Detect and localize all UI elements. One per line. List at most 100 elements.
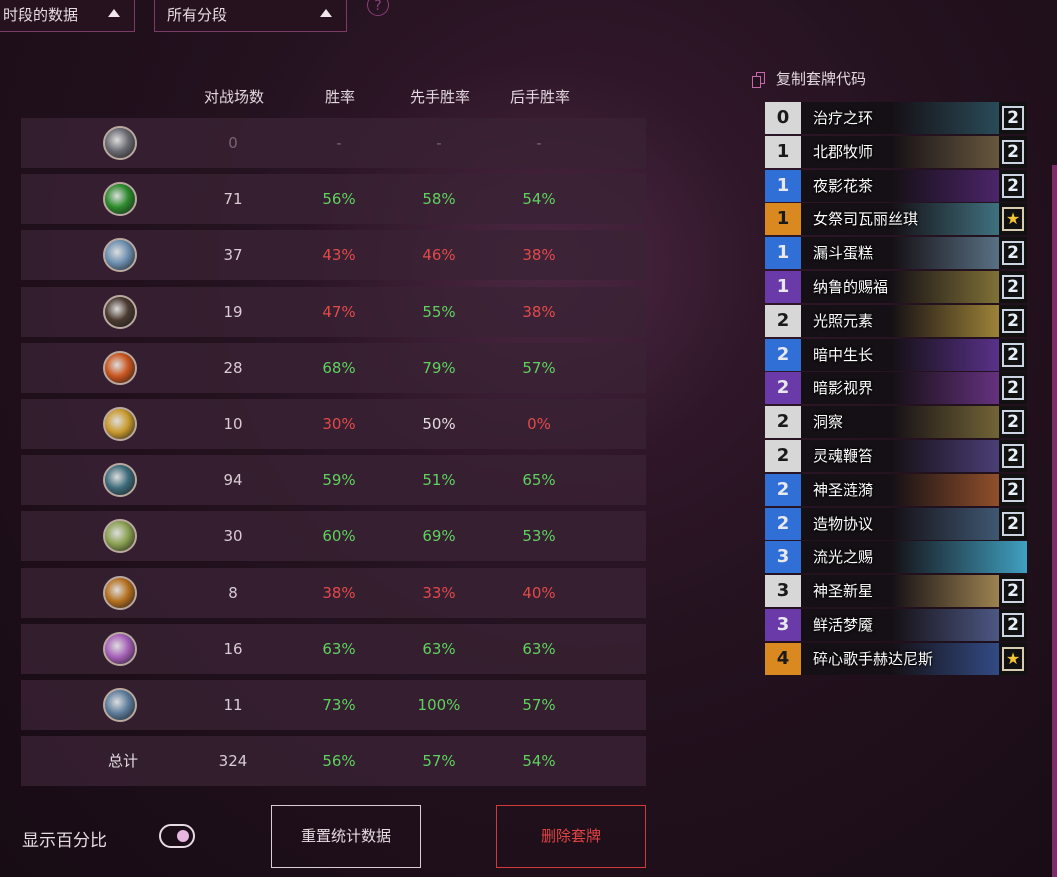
caret-up-icon bbox=[108, 9, 120, 17]
cell-first: 69% bbox=[422, 527, 456, 546]
card-name-area: 治疗之环 bbox=[801, 102, 1027, 134]
cell-winrate: 43% bbox=[322, 246, 356, 265]
cell-winrate: 38% bbox=[322, 583, 356, 602]
deck-card[interactable]: 2 暗影视界 2 bbox=[765, 372, 1027, 405]
card-name-area: 纳鲁的赐福 bbox=[801, 270, 1027, 303]
card-name-area: 神圣新星 bbox=[801, 575, 1027, 608]
card-name: 漏斗蛋糕 bbox=[813, 244, 874, 263]
cell-games: 28 bbox=[223, 358, 243, 377]
card-count-value: 2 bbox=[1002, 173, 1024, 198]
warrior-class-icon bbox=[103, 575, 137, 610]
deck-card[interactable]: 1 漏斗蛋糕 2 bbox=[765, 237, 1027, 270]
deck-card[interactable]: 0 治疗之环 2 bbox=[765, 102, 1027, 134]
cell-winrate: 59% bbox=[322, 471, 356, 490]
deck-card[interactable]: 3 鲜活梦魇 2 bbox=[765, 608, 1027, 641]
deck-card[interactable]: 4 碎心歌手赫达尼斯 ★ bbox=[765, 642, 1027, 675]
deck-card[interactable]: 2 造物协议 2 bbox=[765, 507, 1027, 540]
cell-winrate: - bbox=[336, 134, 342, 152]
cell-second: 53% bbox=[522, 527, 556, 546]
priest-class-icon bbox=[103, 631, 137, 666]
copy-deck-code-button[interactable]: 复制套牌代码 bbox=[752, 68, 866, 89]
cell-second: 63% bbox=[522, 639, 556, 658]
deck-card[interactable]: 2 灵魂鞭笞 2 bbox=[765, 439, 1027, 472]
legendary-star-icon: ★ bbox=[999, 203, 1027, 236]
scrollbar[interactable] bbox=[1052, 165, 1057, 877]
card-name: 治疗之环 bbox=[813, 109, 874, 127]
card-count: 2 bbox=[999, 575, 1027, 608]
card-count: 2 bbox=[999, 102, 1027, 134]
cell-winrate: 73% bbox=[322, 696, 356, 714]
table-row: 37 43% 46% 38% bbox=[21, 230, 646, 281]
card-count: 2 bbox=[999, 169, 1027, 202]
card-name: 神圣新星 bbox=[813, 582, 874, 601]
help-icon[interactable]: ? bbox=[367, 0, 389, 16]
card-name-area: 神圣涟漪 bbox=[801, 473, 1027, 506]
card-cost: 2 bbox=[765, 304, 801, 337]
card-name: 神圣涟漪 bbox=[813, 480, 874, 499]
rank-data-dropdown[interactable]: 时段的数据 bbox=[0, 0, 135, 32]
card-count-value: 2 bbox=[1002, 106, 1024, 130]
card-name: 碎心歌手赫达尼斯 bbox=[813, 649, 934, 668]
copy-deck-code-label: 复制套牌代码 bbox=[776, 70, 867, 88]
cell-first: 46% bbox=[422, 246, 456, 265]
card-name: 光照元素 bbox=[813, 311, 874, 330]
deck-card[interactable]: 3 流光之赐 bbox=[765, 541, 1027, 574]
reset-stats-button[interactable]: 重置统计数据 bbox=[271, 805, 421, 868]
show-percent-toggle[interactable] bbox=[159, 824, 195, 848]
header-first-winrate: 先手胜率 bbox=[409, 88, 470, 106]
deck-card[interactable]: 1 北郡牧师 2 bbox=[765, 135, 1027, 168]
cell-first: - bbox=[436, 134, 442, 152]
card-name: 造物协议 bbox=[813, 514, 874, 533]
card-count: 2 bbox=[999, 473, 1027, 506]
card-cost: 3 bbox=[765, 541, 801, 574]
mage-class-icon bbox=[103, 238, 137, 273]
card-cost: 2 bbox=[765, 507, 801, 540]
cell-second: 38% bbox=[522, 302, 556, 321]
card-cost: 1 bbox=[765, 203, 801, 236]
card-count-value: ★ bbox=[1002, 207, 1024, 232]
header-second-winrate: 后手胜率 bbox=[509, 88, 570, 106]
card-name-area: 夜影花茶 bbox=[801, 169, 1027, 202]
deck-card[interactable]: 2 暗中生长 2 bbox=[765, 338, 1027, 371]
deck-card[interactable]: 1 夜影花茶 2 bbox=[765, 169, 1027, 202]
total-row: 总计 324 56% 57% 54% bbox=[21, 736, 646, 787]
card-count: 2 bbox=[999, 608, 1027, 641]
card-count-value: 2 bbox=[1002, 139, 1024, 164]
deck-card[interactable]: 3 神圣新星 2 bbox=[765, 575, 1027, 608]
table-row: 11 73% 100% 57% bbox=[21, 680, 646, 730]
card-count-value: 2 bbox=[1002, 612, 1024, 637]
deck-card[interactable]: 2 神圣涟漪 2 bbox=[765, 473, 1027, 506]
cell-games: 94 bbox=[223, 471, 243, 490]
table-row: 28 68% 79% 57% bbox=[21, 342, 646, 393]
card-name: 洞察 bbox=[813, 413, 844, 432]
paladin-class-icon bbox=[103, 407, 137, 441]
deck-card[interactable]: 1 纳鲁的赐福 2 bbox=[765, 270, 1027, 303]
card-count-value: 2 bbox=[1002, 511, 1024, 536]
deck-card[interactable]: 1 女祭司瓦丽丝琪 ★ bbox=[765, 203, 1027, 236]
card-name-area: 暗中生长 bbox=[801, 338, 1027, 371]
total-label: 总计 bbox=[107, 752, 138, 771]
deck-card[interactable]: 2 光照元素 2 bbox=[765, 304, 1027, 337]
card-name: 北郡牧师 bbox=[813, 142, 874, 161]
copy-icon bbox=[752, 71, 766, 88]
card-count: 2 bbox=[999, 304, 1027, 337]
caret-up-icon bbox=[320, 9, 332, 17]
cell-second: 57% bbox=[522, 358, 556, 377]
cell-games: 30 bbox=[223, 527, 243, 546]
card-name: 夜影花茶 bbox=[813, 176, 874, 195]
rank-segment-dropdown[interactable]: 所有分段 bbox=[154, 0, 347, 32]
card-cost: 2 bbox=[765, 473, 801, 506]
card-cost: 4 bbox=[765, 642, 801, 675]
cell-games: 11 bbox=[223, 696, 243, 714]
card-name-area: 碎心歌手赫达尼斯 bbox=[801, 642, 1027, 675]
cell-first: 79% bbox=[422, 358, 456, 377]
total-first: 57% bbox=[422, 752, 456, 771]
total-second: 54% bbox=[522, 752, 556, 771]
total-games: 324 bbox=[218, 752, 248, 771]
deck-card[interactable]: 2 洞察 2 bbox=[765, 406, 1027, 439]
cell-first: 50% bbox=[422, 415, 456, 433]
cell-winrate: 30% bbox=[322, 415, 356, 433]
hunter-class-icon bbox=[103, 463, 137, 498]
delete-deck-button[interactable]: 删除套牌 bbox=[496, 805, 646, 868]
cell-second: 38% bbox=[522, 246, 556, 265]
